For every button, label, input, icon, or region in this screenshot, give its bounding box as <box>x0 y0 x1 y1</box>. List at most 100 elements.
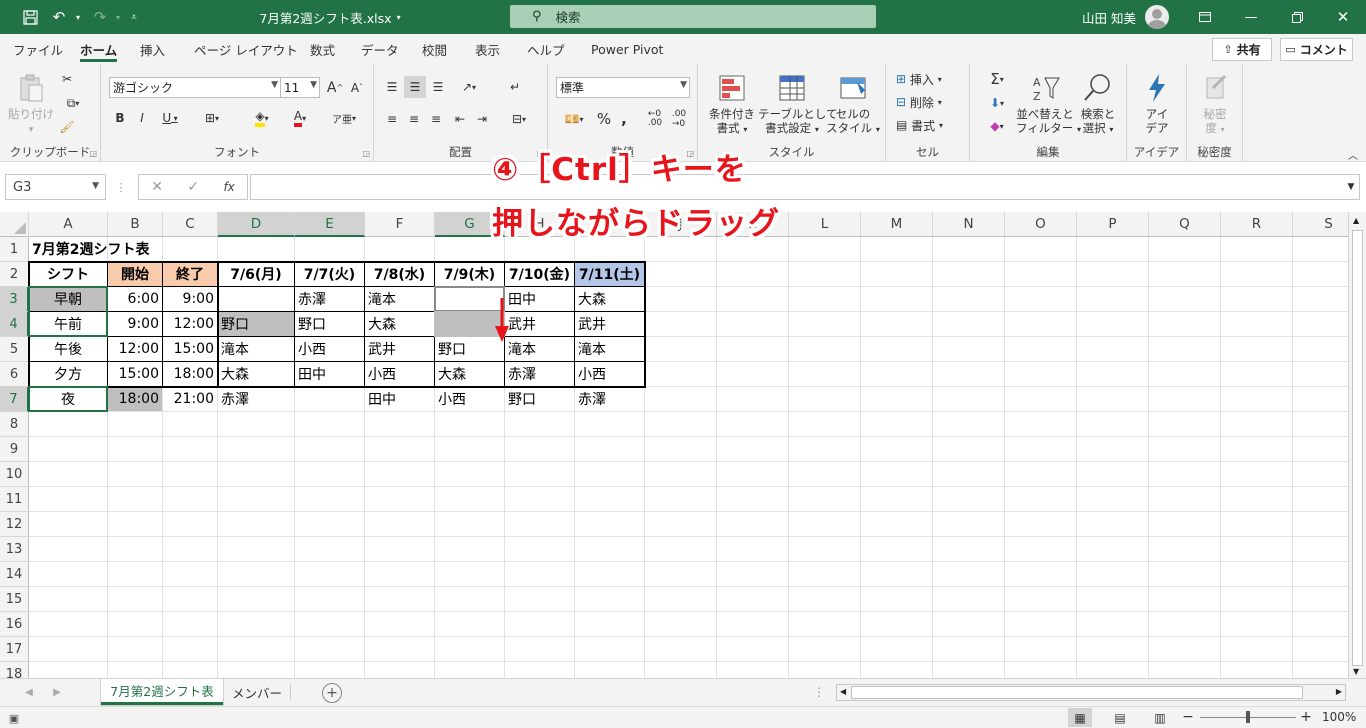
column-header-a[interactable]: A <box>29 212 108 237</box>
row-header-7[interactable]: 7 <box>0 387 29 412</box>
column-header-d[interactable]: D <box>218 212 295 237</box>
phonetic-guide-icon[interactable]: ア亜 ▾ <box>329 108 359 128</box>
column-header-l[interactable]: L <box>789 212 861 237</box>
tab-formulas[interactable]: 数式 <box>310 34 335 64</box>
tab-insert[interactable]: 挿入 <box>140 34 165 64</box>
column-header-r[interactable]: R <box>1221 212 1293 237</box>
row-header-15[interactable]: 15 <box>0 587 29 612</box>
comments-button[interactable]: ▭ コメント <box>1280 38 1353 61</box>
clipboard-launcher-icon[interactable]: ◲ <box>89 149 97 158</box>
row-header-18[interactable]: 18 <box>0 662 29 678</box>
tab-help[interactable]: ヘルプ <box>527 34 565 64</box>
decrease-indent-icon[interactable]: ⇤ <box>450 108 470 130</box>
insert-function-icon[interactable]: fx <box>223 180 234 194</box>
row-header-10[interactable]: 10 <box>0 462 29 487</box>
table-cell[interactable]: 赤澤 <box>295 287 364 311</box>
row-header-5[interactable]: 5 <box>0 337 29 362</box>
number-format-combo[interactable]: 標準 ▼ <box>556 77 690 98</box>
row-header-16[interactable]: 16 <box>0 612 29 637</box>
row-header-2[interactable]: 2 <box>0 262 29 287</box>
clear-icon[interactable]: ◆ ▾ <box>982 116 1012 136</box>
table-cell[interactable]: 赤澤 <box>218 387 294 411</box>
merge-center-icon[interactable]: ⊟ ▾ <box>502 108 536 130</box>
table-cell[interactable]: 9:00 <box>163 287 217 311</box>
table-cell[interactable]: 大森 <box>365 312 434 336</box>
sort-filter-button[interactable]: AZ 並べ替えと フィルター ▾ <box>1016 72 1081 137</box>
sheet-tab-members[interactable]: メンバー <box>224 679 290 705</box>
tab-home[interactable]: ホーム <box>80 34 118 64</box>
increase-font-size-icon[interactable]: A ^ <box>325 77 345 98</box>
comma-style-icon[interactable]: , <box>616 108 632 130</box>
vertical-scroll-thumb[interactable] <box>1352 230 1363 666</box>
borders-icon[interactable]: ⊞ ▾ <box>197 108 227 128</box>
minimize-icon[interactable]: — <box>1228 0 1274 34</box>
align-left-icon[interactable]: ≡ <box>382 108 402 130</box>
tab-view[interactable]: 表示 <box>475 34 500 64</box>
table-cell[interactable]: 滝本 <box>505 337 574 361</box>
insert-cells-button[interactable]: ⊞ 挿入 ▾ <box>896 70 942 88</box>
font-size-combo[interactable]: 11 ▼ <box>280 77 320 98</box>
accounting-format-icon[interactable]: 💴 ▾ <box>556 108 592 130</box>
table-cell[interactable]: 武井 <box>505 312 574 336</box>
table-cell[interactable]: 小西 <box>435 387 504 411</box>
zoom-slider-thumb[interactable] <box>1246 711 1250 723</box>
column-header-n[interactable]: N <box>933 212 1005 237</box>
orientation-icon[interactable]: ↗ ▾ <box>452 76 486 98</box>
more-options-icon[interactable]: ⋮ <box>116 180 127 194</box>
zoom-slider[interactable] <box>1200 711 1296 723</box>
page-break-view-icon[interactable]: ▥ <box>1148 708 1172 727</box>
next-sheet-icon[interactable]: ▶ <box>50 684 64 700</box>
close-icon[interactable]: ✕ <box>1320 0 1366 34</box>
restore-icon[interactable] <box>1274 0 1320 34</box>
sheet-title-cell[interactable]: 7月第2週シフト表 <box>29 237 209 261</box>
formula-input[interactable] <box>250 174 1360 200</box>
table-cell[interactable]: 赤澤 <box>575 387 644 411</box>
header-cell[interactable]: 7/10(金) <box>505 262 574 286</box>
bold-icon[interactable]: B <box>111 108 129 128</box>
scroll-down-icon[interactable]: ▼ <box>1353 667 1359 676</box>
decrease-decimal-icon[interactable]: .00 →0 <box>668 108 690 130</box>
cell-styles-button[interactable]: セルの スタイル ▾ <box>826 72 880 137</box>
row-header-11[interactable]: 11 <box>0 487 29 512</box>
table-cell[interactable]: 赤澤 <box>505 362 574 386</box>
table-cell[interactable]: 15:00 <box>163 337 217 361</box>
wrap-text-icon[interactable]: ↵ <box>504 76 526 98</box>
delete-cells-button[interactable]: ⊟ 削除 ▾ <box>896 93 942 111</box>
column-header-q[interactable]: Q <box>1149 212 1221 237</box>
table-cell[interactable]: 12:00 <box>108 337 162 361</box>
find-select-button[interactable]: 検索と 選択 ▾ <box>1074 72 1122 137</box>
new-sheet-icon[interactable]: + <box>322 683 342 703</box>
row-header-14[interactable]: 14 <box>0 562 29 587</box>
row-header-17[interactable]: 17 <box>0 637 29 662</box>
scroll-up-icon[interactable]: ▲ <box>1353 216 1359 225</box>
autosum-icon[interactable]: Σ ▾ <box>982 69 1012 89</box>
tab-file[interactable]: ファイル <box>13 34 63 64</box>
row-header-6[interactable]: 6 <box>0 362 29 387</box>
row-header-9[interactable]: 9 <box>0 437 29 462</box>
avatar[interactable] <box>1145 5 1169 29</box>
previous-sheet-icon[interactable]: ◀ <box>22 684 36 700</box>
redo-dropdown-icon[interactable]: ▾ <box>112 0 124 34</box>
cut-icon[interactable]: ✂ <box>58 70 76 88</box>
sheet-tab-shift[interactable]: 7月第2週シフト表 <box>101 679 223 705</box>
horizontal-scroll-thumb[interactable] <box>851 686 1303 699</box>
format-painter-icon[interactable]: 🖌 <box>58 118 76 136</box>
table-cell[interactable]: 田中 <box>295 362 364 386</box>
tab-page-layout[interactable]: ページ レイアウト <box>194 34 298 64</box>
header-cell[interactable]: 7/7(火) <box>295 262 364 286</box>
table-cell[interactable]: 9:00 <box>108 312 162 336</box>
ribbon-display-options-icon[interactable] <box>1182 0 1228 34</box>
normal-view-icon[interactable]: ▦ <box>1068 708 1092 727</box>
header-cell[interactable]: 開始 <box>108 262 162 286</box>
search-box[interactable]: ⚲ 検索 <box>510 5 876 28</box>
table-cell[interactable]: 滝本 <box>365 287 434 311</box>
select-all-corner[interactable] <box>0 212 29 237</box>
table-cell[interactable]: 小西 <box>365 362 434 386</box>
save-icon[interactable] <box>16 0 44 34</box>
cancel-icon[interactable]: ✕ <box>151 179 163 195</box>
column-header-b[interactable]: B <box>108 212 163 237</box>
font-name-combo[interactable]: 游ゴシック ▼ <box>109 77 281 98</box>
column-header-f[interactable]: F <box>365 212 435 237</box>
header-cell[interactable]: シフト <box>29 262 107 286</box>
header-cell[interactable]: 7/9(木) <box>435 262 504 286</box>
